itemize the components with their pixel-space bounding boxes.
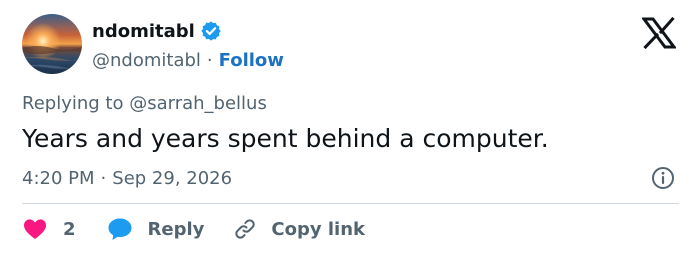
tweet-text: Years and years spent behind a computer. — [22, 124, 549, 153]
follow-button[interactable]: Follow — [219, 50, 284, 71]
author-name-row: ndomitabl — [92, 18, 222, 44]
tweet-time[interactable]: 4:20 PM — [22, 168, 95, 189]
tweet-date[interactable]: Sep 29, 2026 — [112, 168, 232, 189]
avatar-image — [22, 14, 82, 74]
tweet-actions: 2 Reply Copy link — [22, 215, 365, 243]
reply-button[interactable]: Reply — [106, 215, 234, 243]
verified-badge-icon — [200, 20, 222, 42]
reply-label: Reply — [147, 218, 205, 240]
speech-bubble-icon — [106, 215, 136, 243]
author-display-name[interactable]: ndomitabl — [92, 21, 195, 42]
tweet-timestamp[interactable]: 4:20 PM · Sep 29, 2026 — [22, 166, 232, 190]
like-button[interactable]: 2 — [22, 215, 106, 243]
timestamp-separator: · — [100, 167, 107, 189]
author-handle[interactable]: @ndomitabl — [92, 50, 201, 71]
copy-link-label: Copy link — [271, 218, 365, 240]
reply-context-prefix: Replying to — [22, 93, 124, 114]
copy-link-button[interactable]: Copy link — [233, 215, 365, 243]
info-icon[interactable] — [650, 165, 676, 191]
like-count: 2 — [63, 218, 76, 240]
link-icon — [233, 215, 259, 243]
divider — [22, 203, 679, 204]
heart-icon — [22, 215, 52, 243]
reply-context: Replying to @sarrah_bellus — [22, 93, 267, 117]
x-logo-icon[interactable] — [641, 16, 677, 50]
handle-separator: · — [206, 49, 213, 71]
author-handle-row: @ndomitabl · Follow — [92, 48, 284, 72]
avatar[interactable] — [22, 14, 82, 74]
reply-context-mention[interactable]: @sarrah_bellus — [129, 93, 267, 114]
